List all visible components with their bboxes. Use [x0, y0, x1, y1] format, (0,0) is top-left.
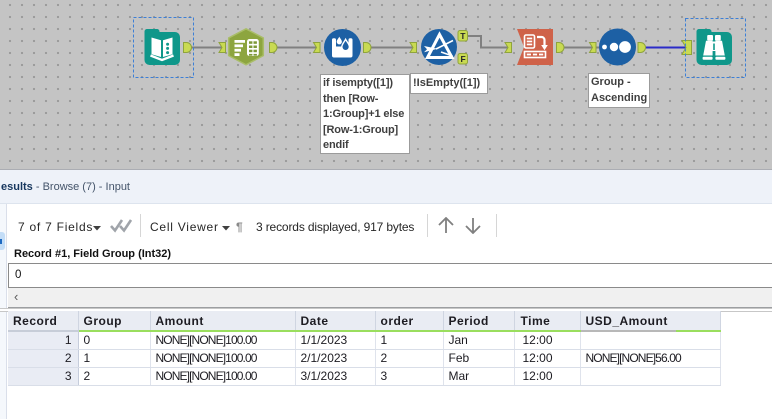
svg-text:T: T — [460, 31, 466, 41]
svg-text:F: F — [461, 54, 466, 64]
